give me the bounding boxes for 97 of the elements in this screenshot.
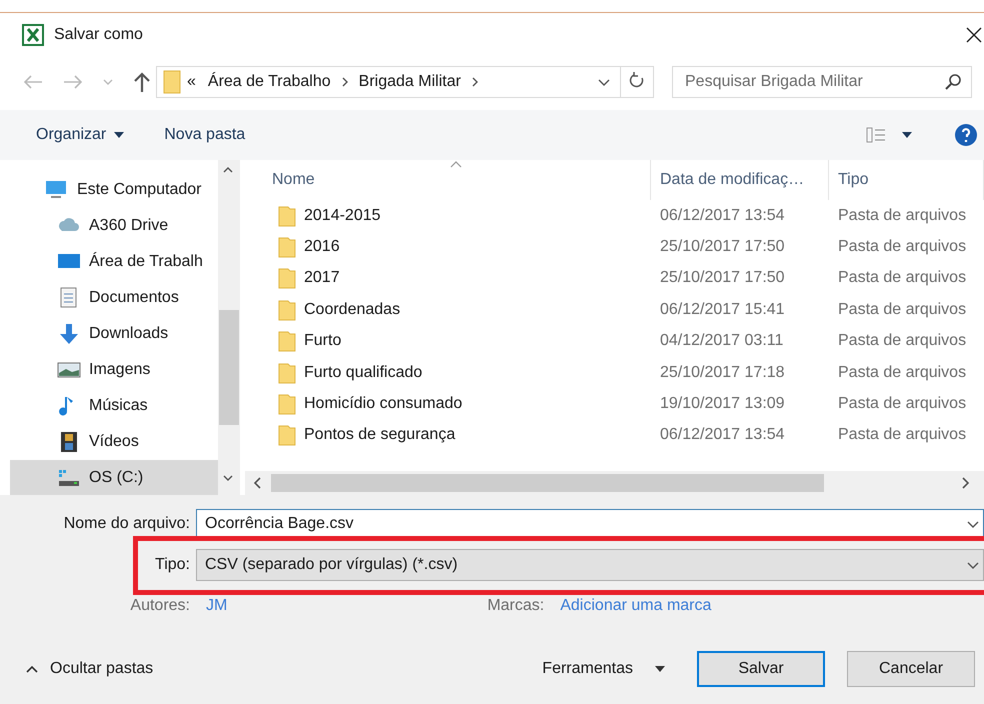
address-bar[interactable]: « Área de Trabalho Brigada Militar bbox=[156, 66, 654, 98]
chevron-up-icon bbox=[26, 665, 38, 673]
search-icon bbox=[944, 73, 962, 91]
sidebar-item[interactable]: Músicas bbox=[10, 388, 218, 424]
file-name: 2014-2015 bbox=[304, 206, 381, 225]
file-type: Pasta de arquivos bbox=[838, 364, 966, 382]
save-button[interactable]: Salvar bbox=[697, 651, 825, 687]
sidebar-item[interactable]: Documentos bbox=[10, 280, 218, 316]
folder-icon bbox=[278, 393, 296, 416]
cancel-button[interactable]: Cancelar bbox=[847, 651, 975, 687]
folder-icon bbox=[278, 424, 296, 446]
folder-icon bbox=[278, 298, 296, 321]
modified-date: 06/12/2017 15:41 bbox=[660, 300, 785, 319]
sidebar-item[interactable]: A360 Drive bbox=[10, 208, 218, 244]
sidebar-item[interactable]: Este Computador bbox=[10, 172, 218, 208]
file-name: 2017 bbox=[304, 269, 340, 288]
filename-field[interactable]: Ocorrência Bage.csv bbox=[196, 509, 984, 539]
view-options-icon[interactable] bbox=[866, 127, 914, 143]
caret-icon bbox=[655, 666, 665, 672]
sidebar-item-label: Downloads bbox=[89, 325, 168, 343]
hide-folders-button[interactable]: Ocultar pastas bbox=[26, 660, 154, 678]
column-header[interactable]: Tipo bbox=[838, 171, 869, 189]
file-name: Furto qualificado bbox=[304, 364, 422, 382]
file-type: Pasta de arquivos bbox=[838, 426, 966, 444]
file-type: Pasta de arquivos bbox=[838, 332, 966, 350]
filename-label: Nome do arquivo: bbox=[62, 515, 190, 533]
search-field[interactable]: Pesquisar Brigada Militar bbox=[672, 66, 972, 98]
vertical-scrollbar[interactable] bbox=[218, 160, 240, 495]
file-name: Furto bbox=[304, 332, 342, 350]
sort-caret-icon bbox=[450, 160, 462, 168]
file-name: Coordenadas bbox=[304, 300, 400, 319]
file-row[interactable]: 2014-2015 06/12/2017 13:54 Pasta de arquivos bbox=[245, 200, 984, 232]
overflow-marker[interactable]: « bbox=[187, 73, 196, 91]
spreadsheet-app-icon bbox=[22, 24, 44, 46]
folder-icon bbox=[278, 204, 296, 227]
sidebar-item-label: Músicas bbox=[89, 397, 148, 415]
column-header[interactable]: Data de modificaç… bbox=[660, 171, 804, 189]
file-row[interactable]: Furto qualificado 25/10/2017 17:18 Pasta de arquivos bbox=[245, 356, 984, 388]
modified-date: 25/10/2017 17:18 bbox=[660, 364, 785, 382]
sidebar-item-label: Área de Trabalh bbox=[89, 253, 203, 271]
tags-label: Marcas: bbox=[487, 597, 544, 615]
sidebar-item-label: A360 Drive bbox=[89, 217, 168, 235]
modified-date: 25/10/2017 17:50 bbox=[660, 269, 785, 288]
sidebar-item[interactable]: Vídeos bbox=[10, 424, 218, 460]
sidebar-item[interactable]: Downloads bbox=[10, 316, 218, 352]
file-row[interactable]: Furto 04/12/2017 03:11 Pasta de arquivos bbox=[245, 326, 984, 357]
drive-icon bbox=[57, 467, 81, 489]
sidebar-item-label: Vídeos bbox=[89, 433, 139, 451]
sidebar-item[interactable]: OS (C:) bbox=[10, 460, 218, 495]
authors-label: Autores: bbox=[129, 597, 190, 615]
modified-date: 04/12/2017 03:11 bbox=[660, 332, 784, 350]
modified-date: 06/12/2017 13:54 bbox=[660, 426, 785, 444]
file-row[interactable]: Pontos de segurança 06/12/2017 13:54 Pasta de arquivos bbox=[245, 420, 984, 452]
file-row[interactable]: 2016 25/10/2017 17:50 Pasta de arquivos bbox=[245, 231, 984, 263]
horizontal-scrollbar[interactable] bbox=[245, 471, 984, 495]
folder-icon bbox=[278, 267, 296, 290]
authors-link[interactable]: JM bbox=[206, 597, 228, 615]
file-type: Pasta de arquivos bbox=[838, 269, 966, 288]
tools-menu-button[interactable]: Ferramentas bbox=[542, 660, 665, 678]
modified-date: 25/10/2017 17:50 bbox=[660, 238, 785, 256]
file-row[interactable]: Homicídio consumado 19/10/2017 13:09 Pasta de arquivos bbox=[245, 388, 984, 420]
file-name: Pontos de segurança bbox=[304, 426, 456, 444]
caret-icon bbox=[114, 132, 124, 138]
file-type: Pasta de arquivos bbox=[838, 395, 966, 414]
breadcrumb[interactable]: Área de Trabalho bbox=[208, 73, 331, 91]
folder-icon bbox=[278, 362, 296, 384]
sidebar-item-label: Imagens bbox=[89, 361, 150, 379]
folder-icon bbox=[163, 70, 181, 94]
up-arrow-icon[interactable] bbox=[132, 71, 152, 93]
sidebar-item-label: OS (C:) bbox=[89, 469, 144, 487]
organize-menu-button[interactable]: Organizar bbox=[36, 122, 124, 148]
help-icon[interactable] bbox=[954, 123, 978, 147]
sidebar-item[interactable]: Área de Trabalh bbox=[10, 244, 218, 280]
add-tag-link[interactable]: Adicionar uma marca bbox=[560, 597, 712, 615]
folder-icon bbox=[278, 236, 296, 258]
sidebar-item-label: Este Computador bbox=[77, 181, 202, 199]
file-name: 2016 bbox=[304, 238, 340, 256]
window-title: Salvar como bbox=[54, 26, 143, 44]
sidebar-item-label: Documentos bbox=[89, 289, 179, 307]
folder-icon bbox=[278, 330, 296, 352]
close-icon[interactable] bbox=[964, 25, 984, 45]
computer-icon bbox=[45, 179, 69, 201]
file-type: Pasta de arquivos bbox=[838, 206, 966, 225]
new-folder-button[interactable]: Nova pasta bbox=[164, 122, 246, 148]
file-type: Pasta de arquivos bbox=[838, 300, 966, 319]
file-type-dropdown[interactable]: CSV (separado por vírgulas) (*.csv) bbox=[196, 549, 984, 581]
modified-date: 06/12/2017 13:54 bbox=[660, 206, 785, 225]
file-row[interactable]: Coordenadas 06/12/2017 15:41 Pasta de arquivos bbox=[245, 294, 984, 326]
file-name: Homicídio consumado bbox=[304, 395, 462, 414]
file-row[interactable]: 2017 25/10/2017 17:50 Pasta de arquivos bbox=[245, 262, 984, 294]
file-type-label: Tipo: bbox=[154, 556, 190, 574]
column-header[interactable]: Nome bbox=[272, 171, 315, 189]
file-type: Pasta de arquivos bbox=[838, 238, 966, 256]
breadcrumb[interactable]: Brigada Militar bbox=[358, 73, 461, 91]
arrow-down-icon bbox=[57, 323, 81, 345]
modified-date: 19/10/2017 13:09 bbox=[660, 395, 785, 414]
sidebar-item[interactable]: Imagens bbox=[10, 352, 218, 388]
